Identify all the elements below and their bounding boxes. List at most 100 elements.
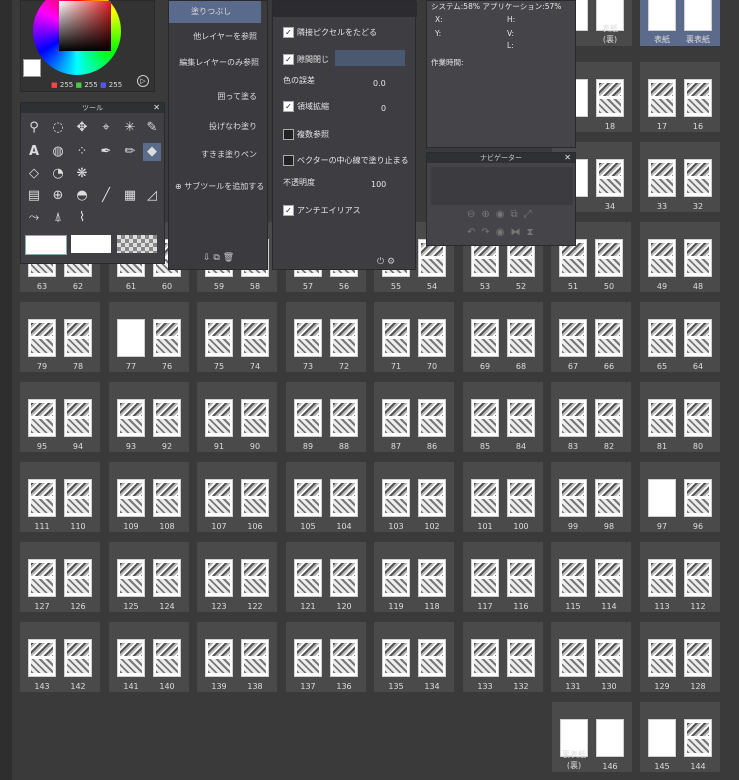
watercolor-icon[interactable]: ◍: [49, 143, 67, 161]
property-footer-icons[interactable]: ⏻ ⚙: [377, 257, 395, 267]
subtool-gap-pen[interactable]: すきま塗りペン: [169, 141, 261, 163]
page-thumbnail[interactable]: [330, 639, 358, 677]
subtool-refer-other[interactable]: 他レイヤーを参照: [169, 23, 261, 45]
page-thumbnail[interactable]: [382, 479, 410, 517]
page-thumbnail[interactable]: [595, 639, 623, 677]
main-color-chip[interactable]: [25, 235, 67, 255]
gradient-icon[interactable]: ▦: [121, 187, 139, 205]
checkbox-icon[interactable]: [283, 129, 294, 140]
page-thumbnail[interactable]: [64, 319, 92, 357]
page-spread[interactable]: 77 76: [109, 302, 189, 372]
page-thumbnail[interactable]: [648, 239, 676, 277]
page-thumbnail[interactable]: [294, 319, 322, 357]
page-thumbnail[interactable]: [205, 399, 233, 437]
page-thumbnail[interactable]: [648, 479, 676, 517]
page-spread[interactable]: 67 66: [551, 302, 631, 372]
page-spread[interactable]: 133 132: [463, 622, 543, 692]
page-thumbnail[interactable]: [28, 319, 56, 357]
main-color-swatch[interactable]: [23, 59, 41, 77]
page-spread[interactable]: 87 86: [374, 382, 454, 452]
page-thumbnail[interactable]: [559, 559, 587, 597]
zoom-icon[interactable]: ⚲: [25, 119, 43, 137]
page-thumbnail[interactable]: [507, 319, 535, 357]
page-thumbnail[interactable]: [205, 639, 233, 677]
page-thumbnail[interactable]: [471, 639, 499, 677]
page-spread[interactable]: 73 72: [286, 302, 366, 372]
page-thumbnail[interactable]: [418, 639, 446, 677]
page-thumbnail[interactable]: [684, 479, 712, 517]
add-subtool-button[interactable]: ⊕ サブツールを追加する: [175, 181, 264, 192]
pen-icon[interactable]: ✒: [97, 143, 115, 161]
3d-icon[interactable]: ⊕: [49, 187, 67, 205]
blend-icon[interactable]: ◔: [49, 165, 67, 183]
page-thumbnail[interactable]: [117, 479, 145, 517]
page-thumbnail[interactable]: [294, 559, 322, 597]
page-thumbnail[interactable]: [471, 399, 499, 437]
page-thumbnail[interactable]: [684, 319, 712, 357]
page-thumbnail[interactable]: [117, 559, 145, 597]
opacity-value[interactable]: 100: [371, 180, 386, 189]
drops-icon[interactable]: ⁘: [73, 143, 91, 161]
page-thumbnail[interactable]: [117, 399, 145, 437]
page-thumbnail[interactable]: [596, 159, 624, 197]
operation-icon[interactable]: ⌖: [97, 119, 115, 137]
page-thumbnail[interactable]: [471, 559, 499, 597]
page-thumbnail[interactable]: [294, 399, 322, 437]
page-spread[interactable]: 49 48: [640, 222, 720, 292]
close-icon[interactable]: ✕: [564, 153, 571, 162]
page-spread[interactable]: 143 142: [20, 622, 100, 692]
page-thumbnail[interactable]: [595, 239, 623, 277]
page-spread[interactable]: 69 68: [463, 302, 543, 372]
magic-wand-icon[interactable]: ✳: [121, 119, 139, 137]
page-thumbnail[interactable]: [684, 559, 712, 597]
check-icon[interactable]: ✓: [283, 101, 294, 112]
page-spread[interactable]: 139 138: [197, 622, 277, 692]
page-spread[interactable]: 71 70: [374, 302, 454, 372]
airbrush-icon[interactable]: ⌇: [73, 209, 91, 227]
navigator-preview[interactable]: [431, 167, 573, 205]
page-thumbnail[interactable]: [153, 639, 181, 677]
page-thumbnail[interactable]: [330, 399, 358, 437]
move-icon[interactable]: ✥: [73, 119, 91, 137]
page-thumbnail[interactable]: [595, 479, 623, 517]
page-thumbnail[interactable]: [559, 399, 587, 437]
page-thumbnail[interactable]: [241, 639, 269, 677]
gap-size-selector[interactable]: [335, 50, 405, 66]
page-thumbnail[interactable]: [595, 399, 623, 437]
page-spread[interactable]: 93 92: [109, 382, 189, 452]
page-thumbnail[interactable]: [64, 639, 92, 677]
page-thumbnail[interactable]: [648, 79, 676, 117]
page-spread[interactable]: 115 114: [551, 542, 631, 612]
vector-center-option[interactable]: ベクターの中心線で塗り止まる: [283, 155, 409, 166]
page-spread[interactable]: 109 108: [109, 462, 189, 532]
page-thumbnail[interactable]: [294, 639, 322, 677]
ruler-icon[interactable]: ◿: [143, 187, 161, 205]
page-spread[interactable]: 101 100: [463, 462, 543, 532]
check-icon[interactable]: ✓: [283, 27, 294, 38]
page-thumbnail[interactable]: [330, 319, 358, 357]
page-thumbnail[interactable]: [559, 639, 587, 677]
color-margin-value[interactable]: 0.0: [373, 79, 386, 88]
page-spread[interactable]: 119 118: [374, 542, 454, 612]
rotate-icon[interactable]: ◌: [49, 119, 67, 137]
checkbox-icon[interactable]: [283, 155, 294, 166]
check-icon[interactable]: ✓: [283, 205, 294, 216]
zoom-controls[interactable]: ⊖⊕◉⧉⤢: [467, 209, 538, 220]
page-thumbnail[interactable]: [471, 479, 499, 517]
page-spread[interactable]: 97 96: [640, 462, 720, 532]
page-spread[interactable]: 85 84: [463, 382, 543, 452]
page-spread[interactable]: 141 140: [109, 622, 189, 692]
page-spread[interactable]: 95 94: [20, 382, 100, 452]
page-thumbnail[interactable]: [241, 479, 269, 517]
page-spread[interactable]: 105 104: [286, 462, 366, 532]
page-thumbnail[interactable]: [64, 559, 92, 597]
antialias-option[interactable]: ✓ アンチエイリアス: [283, 205, 361, 216]
page-thumbnail[interactable]: [382, 319, 410, 357]
page-thumbnail[interactable]: [507, 399, 535, 437]
page-thumbnail[interactable]: [205, 559, 233, 597]
page-spread[interactable]: 145 144: [640, 702, 720, 772]
brush-icon[interactable]: ⍋: [49, 209, 67, 227]
page-thumbnail[interactable]: [684, 639, 712, 677]
area-scaling-value[interactable]: 0: [381, 104, 386, 113]
page-thumbnail[interactable]: [507, 559, 535, 597]
